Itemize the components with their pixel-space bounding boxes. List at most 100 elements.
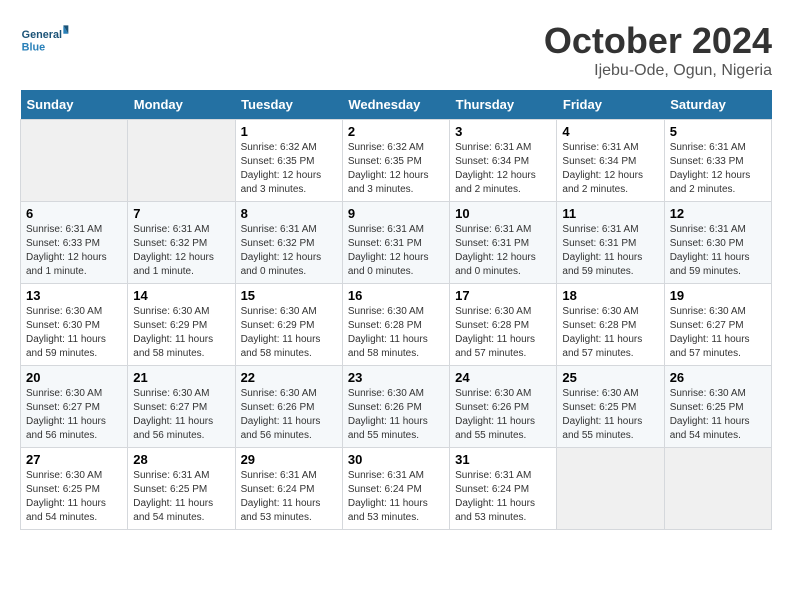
day-number: 27 [26, 452, 122, 467]
day-info: Sunrise: 6:31 AMSunset: 6:32 PMDaylight:… [133, 223, 229, 279]
day-info: Sunrise: 6:30 AMSunset: 6:30 PMDaylight:… [26, 305, 122, 361]
calendar-cell: 30Sunrise: 6:31 AMSunset: 6:24 PMDayligh… [342, 448, 449, 530]
calendar-cell: 25 Sunrise: 6:30 AMSunset: 6:25 PMDayligh… [557, 366, 664, 448]
day-info: Sunrise: 6:30 AMSunset: 6:27 PMDaylight:… [670, 305, 766, 361]
day-info: Sunrise: 6:31 AMSunset: 6:24 PMDaylight:… [455, 469, 551, 525]
day-number: 25 [562, 370, 658, 385]
day-info: Sunrise: 6:31 AMSunset: 6:33 PMDaylight:… [670, 141, 766, 197]
calendar-cell [128, 120, 235, 202]
day-info: Sunrise: 6:31 AMSunset: 6:32 PMDaylight:… [241, 223, 337, 279]
header-day-wednesday: Wednesday [342, 90, 449, 120]
day-number: 7 [133, 206, 229, 221]
day-number: 10 [455, 206, 551, 221]
day-number: 20 [26, 370, 122, 385]
week-row-4: 20 Sunrise: 6:30 AMSunset: 6:27 PMDayligh… [21, 366, 772, 448]
day-number: 30 [348, 452, 444, 467]
calendar-cell: 3 Sunrise: 6:31 AMSunset: 6:34 PMDaylight… [450, 120, 557, 202]
calendar-cell: 7 Sunrise: 6:31 AMSunset: 6:32 PMDaylight… [128, 202, 235, 284]
day-info: Sunrise: 6:31 AMSunset: 6:34 PMDaylight:… [455, 141, 551, 197]
day-number: 24 [455, 370, 551, 385]
calendar-cell: 27 Sunrise: 6:30 AMSunset: 6:25 PMDayligh… [21, 448, 128, 530]
day-info: Sunrise: 6:31 AMSunset: 6:31 PMDaylight:… [562, 223, 658, 279]
header-day-sunday: Sunday [21, 90, 128, 120]
header-row: SundayMondayTuesdayWednesdayThursdayFrid… [21, 90, 772, 120]
calendar-cell: 24 Sunrise: 6:30 AMSunset: 6:26 PMDayligh… [450, 366, 557, 448]
calendar-cell: 23 Sunrise: 6:30 AMSunset: 6:26 PMDayligh… [342, 366, 449, 448]
calendar-cell: 1Sunrise: 6:32 AMSunset: 6:35 PMDaylight… [235, 120, 342, 202]
day-info: Sunrise: 6:30 AMSunset: 6:29 PMDaylight:… [241, 305, 337, 361]
calendar-table: SundayMondayTuesdayWednesdayThursdayFrid… [20, 90, 772, 530]
day-number: 8 [241, 206, 337, 221]
day-number: 2 [348, 124, 444, 139]
day-info: Sunrise: 6:31 AMSunset: 6:25 PMDaylight:… [133, 469, 229, 525]
week-row-2: 6 Sunrise: 6:31 AMSunset: 6:33 PMDaylight… [21, 202, 772, 284]
day-info: Sunrise: 6:30 AMSunset: 6:26 PMDaylight:… [455, 387, 551, 443]
calendar-cell: 8 Sunrise: 6:31 AMSunset: 6:32 PMDaylight… [235, 202, 342, 284]
day-number: 17 [455, 288, 551, 303]
calendar-cell: 21Sunrise: 6:30 AMSunset: 6:27 PMDayligh… [128, 366, 235, 448]
calendar-cell [21, 120, 128, 202]
calendar-cell: 14 Sunrise: 6:30 AMSunset: 6:29 PMDayligh… [128, 284, 235, 366]
calendar-cell: 15 Sunrise: 6:30 AMSunset: 6:29 PMDayligh… [235, 284, 342, 366]
day-number: 19 [670, 288, 766, 303]
day-info: Sunrise: 6:31 AMSunset: 6:31 PMDaylight:… [455, 223, 551, 279]
day-info: Sunrise: 6:30 AMSunset: 6:29 PMDaylight:… [133, 305, 229, 361]
title-section: October 2024 Ijebu-Ode, Ogun, Nigeria [544, 20, 772, 80]
day-number: 6 [26, 206, 122, 221]
calendar-cell: 17 Sunrise: 6:30 AMSunset: 6:28 PMDayligh… [450, 284, 557, 366]
calendar-cell: 31 Sunrise: 6:31 AMSunset: 6:24 PMDayligh… [450, 448, 557, 530]
calendar-cell: 9 Sunrise: 6:31 AMSunset: 6:31 PMDaylight… [342, 202, 449, 284]
calendar-cell: 2Sunrise: 6:32 AMSunset: 6:35 PMDaylight… [342, 120, 449, 202]
calendar-cell [664, 448, 771, 530]
day-info: Sunrise: 6:30 AMSunset: 6:25 PMDaylight:… [562, 387, 658, 443]
day-number: 21 [133, 370, 229, 385]
day-number: 14 [133, 288, 229, 303]
day-number: 3 [455, 124, 551, 139]
day-number: 18 [562, 288, 658, 303]
day-info: Sunrise: 6:31 AMSunset: 6:33 PMDaylight:… [26, 223, 122, 279]
calendar-cell: 10 Sunrise: 6:31 AMSunset: 6:31 PMDayligh… [450, 202, 557, 284]
calendar-cell: 18Sunrise: 6:30 AMSunset: 6:28 PMDayligh… [557, 284, 664, 366]
day-number: 12 [670, 206, 766, 221]
day-number: 15 [241, 288, 337, 303]
day-number: 29 [241, 452, 337, 467]
day-number: 9 [348, 206, 444, 221]
header-day-thursday: Thursday [450, 90, 557, 120]
calendar-cell: 4Sunrise: 6:31 AMSunset: 6:34 PMDaylight… [557, 120, 664, 202]
day-info: Sunrise: 6:30 AMSunset: 6:27 PMDaylight:… [26, 387, 122, 443]
day-number: 5 [670, 124, 766, 139]
week-row-3: 13 Sunrise: 6:30 AMSunset: 6:30 PMDayligh… [21, 284, 772, 366]
calendar-cell: 12 Sunrise: 6:31 AMSunset: 6:30 PMDayligh… [664, 202, 771, 284]
week-row-1: 1Sunrise: 6:32 AMSunset: 6:35 PMDaylight… [21, 120, 772, 202]
day-number: 31 [455, 452, 551, 467]
day-number: 16 [348, 288, 444, 303]
day-number: 22 [241, 370, 337, 385]
calendar-cell: 11 Sunrise: 6:31 AMSunset: 6:31 PMDayligh… [557, 202, 664, 284]
calendar-cell: 29Sunrise: 6:31 AMSunset: 6:24 PMDayligh… [235, 448, 342, 530]
day-info: Sunrise: 6:30 AMSunset: 6:28 PMDaylight:… [455, 305, 551, 361]
day-info: Sunrise: 6:30 AMSunset: 6:28 PMDaylight:… [348, 305, 444, 361]
day-info: Sunrise: 6:32 AMSunset: 6:35 PMDaylight:… [241, 141, 337, 197]
calendar-cell: 6 Sunrise: 6:31 AMSunset: 6:33 PMDaylight… [21, 202, 128, 284]
calendar-cell: 5 Sunrise: 6:31 AMSunset: 6:33 PMDaylight… [664, 120, 771, 202]
location: Ijebu-Ode, Ogun, Nigeria [544, 62, 772, 80]
calendar-cell: 16 Sunrise: 6:30 AMSunset: 6:28 PMDayligh… [342, 284, 449, 366]
day-number: 11 [562, 206, 658, 221]
day-number: 13 [26, 288, 122, 303]
day-info: Sunrise: 6:30 AMSunset: 6:26 PMDaylight:… [348, 387, 444, 443]
calendar-cell: 22Sunrise: 6:30 AMSunset: 6:26 PMDayligh… [235, 366, 342, 448]
header-day-monday: Monday [128, 90, 235, 120]
day-info: Sunrise: 6:30 AMSunset: 6:25 PMDaylight:… [26, 469, 122, 525]
day-info: Sunrise: 6:31 AMSunset: 6:31 PMDaylight:… [348, 223, 444, 279]
header-day-saturday: Saturday [664, 90, 771, 120]
day-number: 28 [133, 452, 229, 467]
week-row-5: 27 Sunrise: 6:30 AMSunset: 6:25 PMDayligh… [21, 448, 772, 530]
day-number: 23 [348, 370, 444, 385]
calendar-cell: 13 Sunrise: 6:30 AMSunset: 6:30 PMDayligh… [21, 284, 128, 366]
page-header: General Blue October 2024 Ijebu-Ode, Ogu… [20, 20, 772, 80]
day-info: Sunrise: 6:30 AMSunset: 6:25 PMDaylight:… [670, 387, 766, 443]
calendar-cell: 26Sunrise: 6:30 AMSunset: 6:25 PMDayligh… [664, 366, 771, 448]
day-info: Sunrise: 6:31 AMSunset: 6:30 PMDaylight:… [670, 223, 766, 279]
logo-icon: General Blue [20, 20, 70, 60]
day-number: 4 [562, 124, 658, 139]
